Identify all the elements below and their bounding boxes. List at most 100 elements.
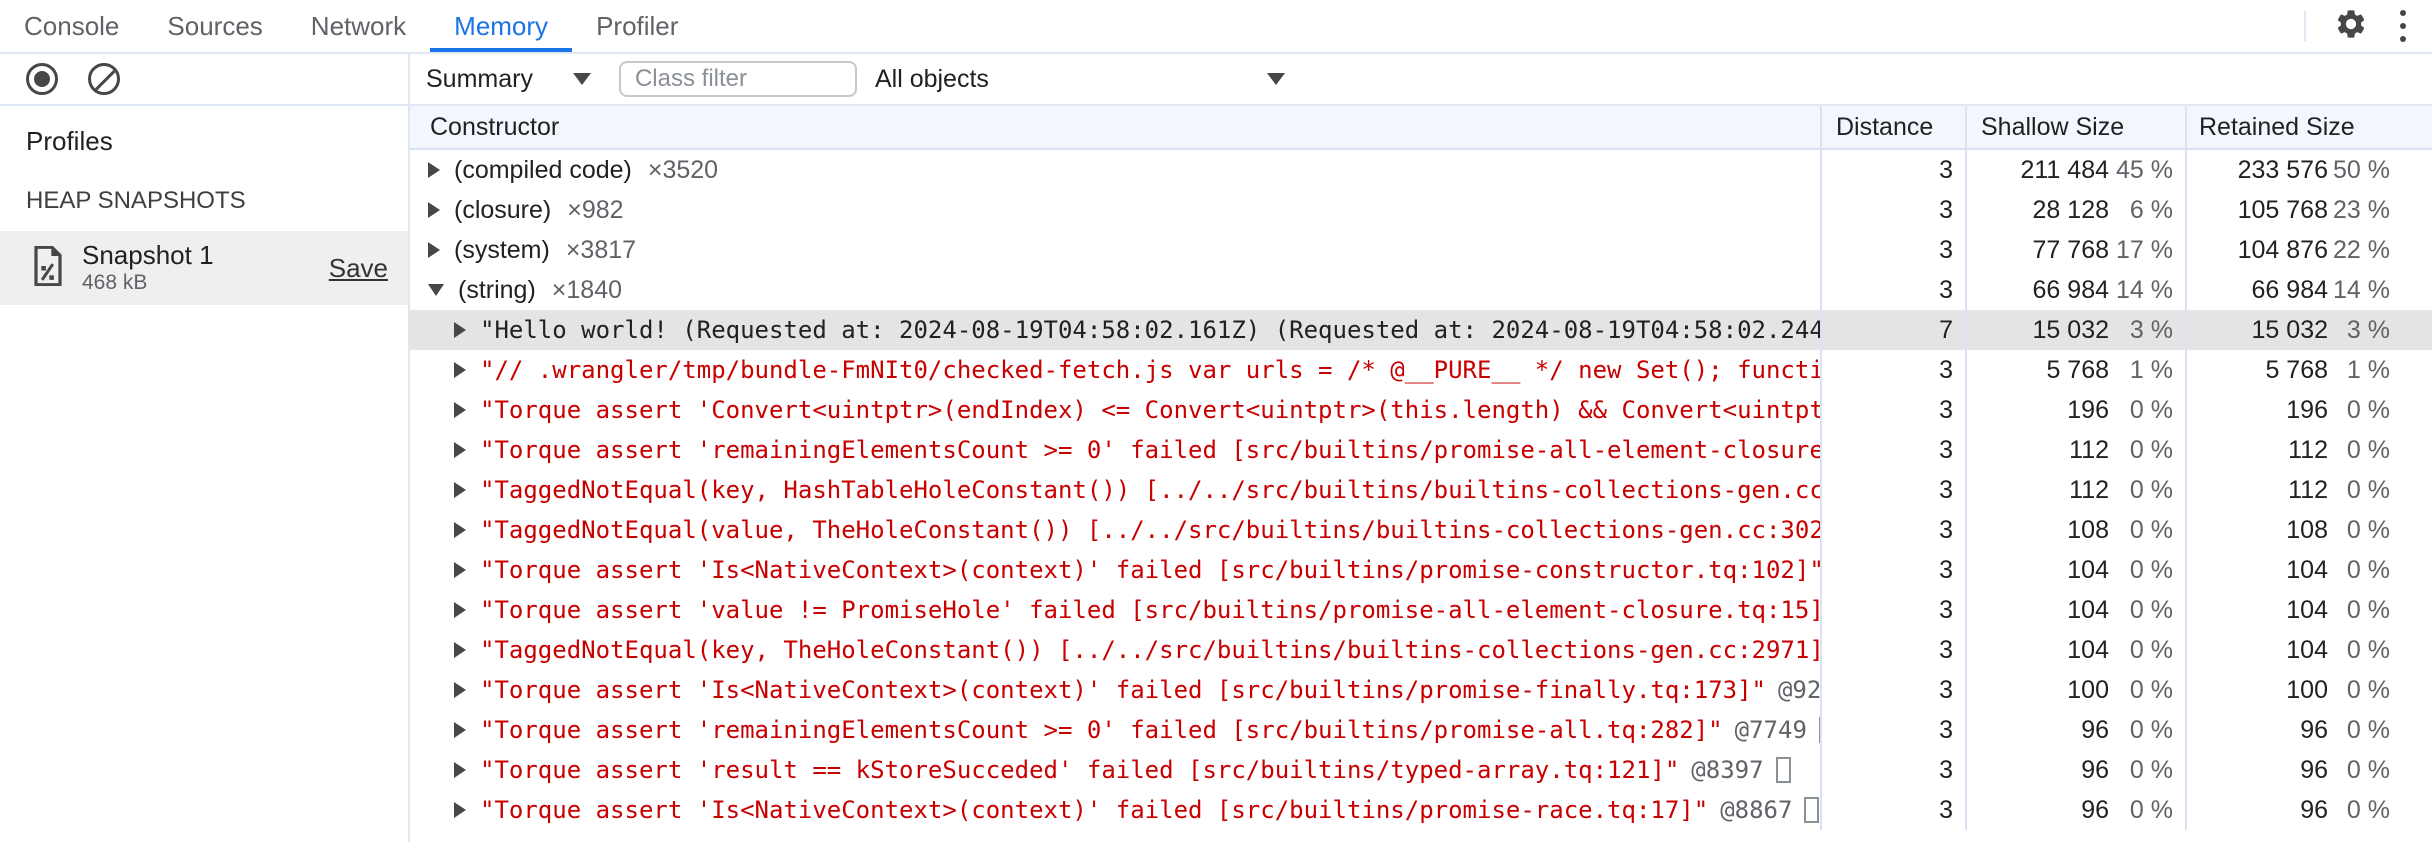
expand-arrow-icon[interactable] — [454, 722, 466, 738]
save-snapshot-link[interactable]: Save — [329, 253, 388, 284]
instance-count: ×3817 — [565, 235, 637, 264]
column-header-distance[interactable]: Distance — [1822, 106, 1967, 148]
tab-network[interactable]: Network — [287, 0, 430, 52]
size-value: 15 032 — [2251, 315, 2328, 344]
size-percent: 0 % — [2346, 715, 2390, 744]
size-percent: 0 % — [2129, 435, 2173, 464]
sidebar-toolbar — [0, 54, 408, 106]
column-header-shallow-size[interactable]: Shallow Size — [1967, 106, 2187, 148]
constructor-row[interactable]: (system) ×3817 3 77 768 17 % 104 876 22 % — [410, 230, 2432, 270]
snapshot-file-icon — [32, 245, 64, 291]
constructor-row[interactable]: (closure) ×982 3 28 128 6 % 105 768 23 % — [410, 190, 2432, 230]
retained-size-cell: 196 0 % — [2187, 390, 2432, 430]
tab-sources[interactable]: Sources — [143, 0, 286, 52]
size-percent: 0 % — [2129, 635, 2173, 664]
string-value: "Torque assert 'result == kStoreSucceded… — [480, 756, 1680, 784]
distance-cell: 3 — [1822, 270, 1967, 310]
constructor-cell: "Torque assert 'Is<NativeContext>(contex… — [410, 550, 1822, 590]
size-value: 104 — [2286, 555, 2328, 584]
string-row[interactable]: "Torque assert 'remainingElementsCount >… — [410, 710, 2432, 750]
shallow-size-cell: 96 0 % — [1967, 750, 2187, 790]
string-value: "Torque assert 'Convert<uintptr>(endInde… — [480, 396, 1822, 424]
expand-arrow-icon[interactable] — [454, 802, 466, 818]
string-value: "Torque assert 'Is<NativeContext>(contex… — [480, 796, 1709, 824]
perspective-selector[interactable]: Summary — [410, 65, 619, 94]
string-row[interactable]: "Hello world! (Requested at: 2024-08-19T… — [410, 310, 2432, 350]
object-selector[interactable]: All objects — [875, 65, 1299, 94]
expand-arrow-icon[interactable] — [454, 762, 466, 778]
size-percent: 1 % — [2346, 355, 2390, 384]
expand-arrow-icon[interactable] — [454, 602, 466, 618]
size-value: 108 — [2286, 515, 2328, 544]
settings-gear-icon[interactable] — [2334, 7, 2368, 46]
expand-arrow-icon[interactable] — [428, 162, 440, 178]
shallow-size-cell: 77 768 17 % — [1967, 230, 2187, 270]
string-row[interactable]: "TaggedNotEqual(key, TheHoleConstant()) … — [410, 630, 2432, 670]
tab-memory[interactable]: Memory — [430, 0, 573, 52]
class-filter-input[interactable] — [618, 61, 857, 97]
size-value: 96 — [2081, 755, 2109, 784]
string-row[interactable]: "// .wrangler/tmp/bundle-FmNIt0/checked-… — [410, 350, 2432, 390]
string-row[interactable]: "TaggedNotEqual(key, HashTableHoleConsta… — [410, 470, 2432, 510]
constructor-cell: "Hello world! (Requested at: 2024-08-19T… — [410, 310, 1822, 350]
size-percent: 0 % — [2346, 675, 2390, 704]
expand-arrow-icon[interactable] — [454, 362, 466, 378]
grid-body: (compiled code) ×3520 3 211 484 45 % 233 576 5… — [410, 150, 2432, 842]
expand-arrow-icon[interactable] — [454, 482, 466, 498]
string-row[interactable]: "Torque assert 'Is<NativeContext>(contex… — [410, 790, 2432, 830]
expand-arrow-icon[interactable] — [454, 322, 466, 338]
devtools-tabbar: Console Sources Network Memory Profiler — [0, 0, 2432, 54]
size-percent: 0 % — [2346, 755, 2390, 784]
expand-arrow-icon[interactable] — [454, 402, 466, 418]
object-selector-value: All objects — [874, 64, 989, 93]
constructor-cell: "Torque assert 'value != PromiseHole' fa… — [410, 590, 1822, 630]
record-heap-snapshot-icon[interactable] — [26, 63, 58, 95]
string-row[interactable]: "Torque assert 'result == kStoreSucceded… — [410, 750, 2432, 790]
clear-profiles-icon[interactable] — [88, 63, 120, 95]
expand-arrow-icon[interactable] — [428, 242, 440, 258]
constructor-row[interactable]: (compiled code) ×3520 3 211 484 45 % 233 576 5… — [410, 150, 2432, 190]
profiles-label: Profiles — [26, 126, 113, 156]
string-row[interactable]: "Torque assert 'Convert<uintptr>(endInde… — [410, 390, 2432, 430]
heap-snapshots-section-title: HEAP SNAPSHOTS — [26, 187, 246, 214]
expand-arrow-icon[interactable] — [454, 682, 466, 698]
size-value: 104 — [2286, 635, 2328, 664]
distance-cell: 3 — [1822, 150, 1967, 190]
distance-cell: 3 — [1822, 790, 1967, 830]
distance-cell: 3 — [1822, 230, 1967, 270]
retained-size-cell: 108 0 % — [2187, 510, 2432, 550]
shallow-size-cell: 104 0 % — [1967, 630, 2187, 670]
constructor-cell: (system) ×3817 — [410, 230, 1822, 270]
column-header-retained-size[interactable]: Retained Size — [2187, 106, 2432, 148]
size-value: 105 768 — [2237, 195, 2328, 224]
string-row[interactable]: "Torque assert 'Is<NativeContext>(contex… — [410, 670, 2432, 710]
tab-console[interactable]: Console — [0, 0, 143, 52]
collapse-arrow-icon[interactable] — [428, 284, 444, 296]
string-value: "Torque assert 'Is<NativeContext>(contex… — [480, 556, 1822, 584]
object-id: @9229 — [1777, 676, 1822, 704]
constructor-cell: "Torque assert 'result == kStoreSucceded… — [410, 750, 1822, 790]
divider — [2304, 11, 2306, 41]
expand-arrow-icon[interactable] — [454, 442, 466, 458]
shallow-size-cell: 66 984 14 % — [1967, 270, 2187, 310]
size-percent: 0 % — [2346, 555, 2390, 584]
column-header-constructor[interactable]: Constructor — [410, 106, 1822, 148]
expand-arrow-icon[interactable] — [454, 642, 466, 658]
expand-arrow-icon[interactable] — [454, 562, 466, 578]
constructor-cell: "Torque assert 'remainingElementsCount >… — [410, 710, 1822, 750]
tabbar-actions — [2304, 0, 2432, 52]
kebab-menu-icon[interactable] — [2396, 6, 2410, 46]
string-row[interactable]: "Torque assert 'remainingElementsCount >… — [410, 430, 2432, 470]
tab-profiler[interactable]: Profiler — [572, 0, 702, 52]
constructor-row[interactable]: (string) ×1840 3 66 984 14 % 66 984 14 % — [410, 270, 2432, 310]
string-row[interactable]: "TaggedNotEqual(value, TheHoleConstant()… — [410, 510, 2432, 550]
retained-size-cell: 96 0 % — [2187, 750, 2432, 790]
constructor-name: (closure) — [454, 195, 552, 224]
string-row[interactable]: "Torque assert 'Is<NativeContext>(contex… — [410, 550, 2432, 590]
expand-arrow-icon[interactable] — [428, 202, 440, 218]
string-row[interactable]: "Torque assert 'value != PromiseHole' fa… — [410, 590, 2432, 630]
tab-label: Sources — [167, 10, 263, 41]
expand-arrow-icon[interactable] — [454, 522, 466, 538]
snapshot-item[interactable]: Snapshot 1 468 kB Save — [0, 231, 408, 306]
retained-size-cell: 112 0 % — [2187, 470, 2432, 510]
